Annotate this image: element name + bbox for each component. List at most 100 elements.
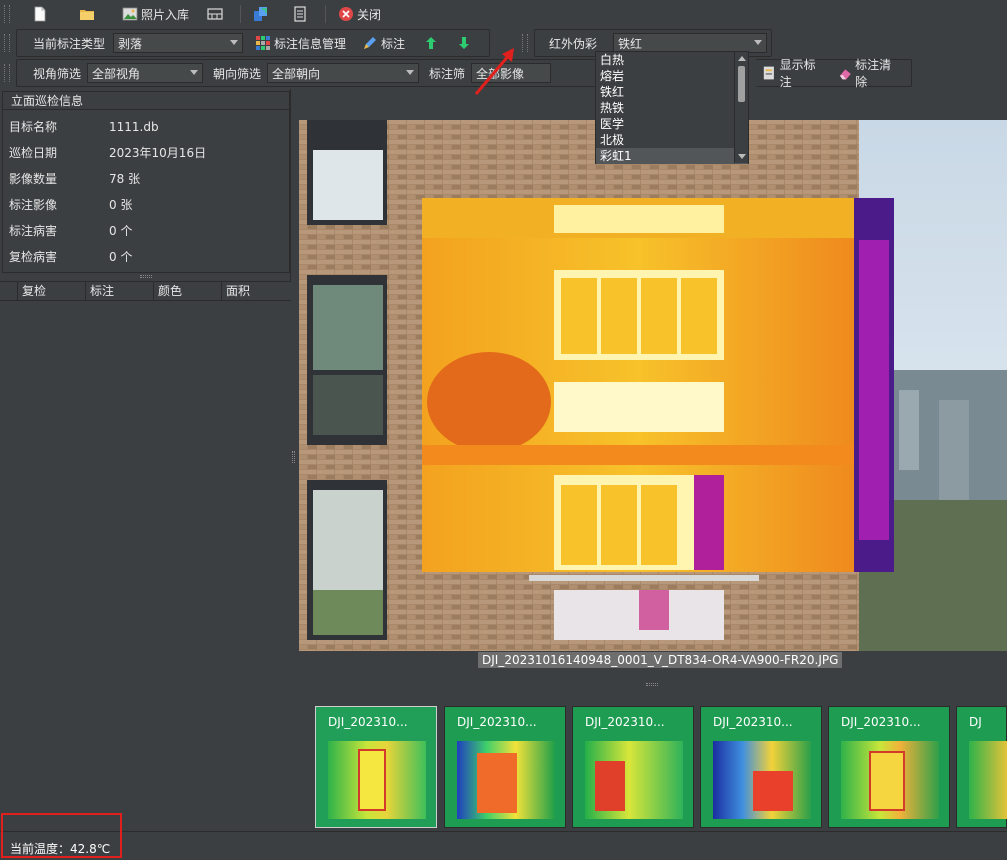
orient-filter-select[interactable]: 全部朝向 (267, 63, 420, 83)
new-file-icon (34, 6, 46, 22)
orient-filter-label: 朝向筛选 (213, 66, 262, 81)
view-filter-label: 视角筛选 (33, 66, 82, 81)
info-row: 标注影像 0 张 (9, 196, 132, 214)
dropdown-scrollbar[interactable] (734, 52, 748, 163)
thermal-overlay-image[interactable] (299, 120, 1007, 651)
arrow-up-icon (426, 37, 437, 49)
pseudo-color-select[interactable]: 铁红 (613, 33, 767, 53)
move-up-button[interactable] (417, 31, 448, 55)
info-key: 标注影像 (9, 198, 58, 212)
eraser-icon (839, 69, 851, 80)
thumbnail-item[interactable]: DJI_202310... (572, 706, 694, 828)
thumbnail-name: DJ (969, 715, 982, 729)
show-marks-button[interactable]: 显示标注 (756, 58, 830, 89)
info-key: 标注病害 (9, 224, 58, 238)
table-header-cell[interactable]: 面积 (222, 282, 291, 300)
clear-marks-label: 标注清除 (855, 58, 892, 89)
info-key: 复检病害 (9, 250, 58, 264)
thumbnail-image (457, 741, 555, 819)
mark-button[interactable]: 标注 (356, 31, 411, 55)
annotation-type-label: 当前标注类型 (33, 36, 106, 51)
annotation-type-select[interactable]: 剥落 (113, 33, 244, 53)
import-photos-label: 照片入库 (141, 7, 190, 22)
export-icon (254, 7, 268, 21)
info-value: 0 张 (109, 198, 133, 212)
thumbnail-item[interactable]: DJI_202310... (315, 706, 437, 828)
clear-marks-button[interactable]: 标注清除 (832, 58, 906, 89)
thumbnail-item[interactable]: DJI_202310... (828, 706, 950, 828)
mark-filter-label: 标注筛 (429, 66, 466, 81)
thumbnail-item[interactable]: DJI_202310... (444, 706, 566, 828)
toolbar-grip[interactable] (4, 34, 10, 52)
table-header-cell[interactable]: 复检 (18, 282, 86, 300)
image-filename: DJI_20231016140948_0001_V_DT834-OR4-VA90… (478, 652, 843, 668)
import-photos-button[interactable]: 照片入库 (116, 2, 195, 26)
thumbnail-strip: DJI_202310... DJI_202310... DJI_202310..… (297, 690, 1007, 831)
info-row: 目标名称 1111.db (9, 118, 159, 136)
table-header: 复检 标注 颜色 面积 (0, 281, 291, 301)
thumbnail-name: DJI_202310... (585, 715, 665, 729)
pseudo-color-option[interactable]: 白热 (596, 52, 748, 68)
table-header-cell[interactable]: 标注 (86, 282, 154, 300)
pseudo-color-option[interactable]: 北极 (596, 132, 748, 148)
thumbnail-item[interactable]: DJ (956, 706, 1007, 828)
chevron-down-icon (754, 40, 762, 45)
info-key: 巡检日期 (9, 146, 58, 160)
close-icon (339, 7, 354, 21)
info-row: 复检病害 0 个 (9, 248, 132, 266)
panel-splitter[interactable] (140, 275, 152, 278)
info-row: 影像数量 78 张 (9, 170, 140, 188)
image-import-icon (122, 7, 138, 21)
chevron-down-icon (406, 70, 415, 75)
pseudo-color-option[interactable]: 热铁 (596, 100, 748, 116)
show-marks-label: 显示标注 (779, 58, 816, 89)
pseudo-color-option[interactable]: 医学 (596, 116, 748, 132)
scrollbar-thumb[interactable] (738, 66, 745, 102)
pseudo-color-option[interactable]: 熔岩 (596, 68, 748, 84)
view-filter-select[interactable]: 全部视角 (87, 63, 204, 83)
pseudo-color-dropdown[interactable]: 白热 熔岩 铁红 热铁 医学 北极 彩虹1 (595, 51, 749, 164)
layout-button[interactable] (201, 2, 232, 26)
scroll-down-icon[interactable] (738, 154, 746, 159)
annotation-type-value: 剥落 (118, 36, 143, 51)
left-panel: 立面巡检信息 目标名称 1111.db 巡检日期 2023年10月16日 影像数… (0, 89, 291, 831)
mark-label: 标注 (381, 36, 406, 51)
building-photo (299, 120, 1007, 651)
app-window: 照片入库 关闭 当前标注类型 剥落 标注信息管理 标注 红外伪彩 铁红 视角筛选… (0, 0, 1007, 860)
annotate-group: 当前标注类型 剥落 标注信息管理 标注 (16, 29, 490, 57)
document-button[interactable] (286, 2, 317, 26)
toolbar-separator (240, 5, 242, 23)
table-header-cell[interactable]: 颜色 (154, 282, 222, 300)
thumbnail-name: DJI_202310... (328, 715, 408, 729)
toolbar-grip[interactable] (4, 5, 10, 23)
image-viewer[interactable] (297, 89, 1007, 680)
thumbnail-image (328, 741, 426, 819)
open-button[interactable] (73, 2, 104, 26)
grid-color-icon (256, 36, 271, 50)
pseudo-color-option[interactable]: 铁红 (596, 84, 748, 100)
table-header-blank (0, 282, 18, 300)
main-toolbar: 照片入库 关闭 (0, 0, 1007, 28)
info-value: 0 个 (109, 224, 133, 238)
orient-filter-value: 全部朝向 (272, 66, 321, 81)
annotation-manage-button[interactable]: 标注信息管理 (249, 31, 352, 55)
thumbnail-image (841, 741, 939, 819)
export-button[interactable] (247, 2, 278, 26)
pseudo-color-option[interactable]: 彩虹1 (596, 148, 748, 164)
info-value: 78 张 (109, 172, 141, 186)
close-label: 关闭 (357, 7, 382, 22)
inspection-info-title: 立面巡检信息 (3, 92, 289, 110)
folder-icon (80, 10, 94, 20)
grid-layout-icon (207, 8, 223, 20)
close-button[interactable]: 关闭 (332, 2, 387, 26)
new-button[interactable] (26, 2, 57, 26)
scroll-up-icon[interactable] (738, 56, 746, 61)
view-filter-value: 全部视角 (92, 66, 141, 81)
viewer-splitter[interactable] (646, 683, 658, 686)
thumbnail-item[interactable]: DJI_202310... (700, 706, 822, 828)
red-arrow-annotation (474, 48, 514, 95)
annotation-manage-label: 标注信息管理 (274, 36, 347, 51)
toolbar-grip[interactable] (4, 64, 10, 82)
thumbnail-name: DJI_202310... (457, 715, 537, 729)
info-value: 1111.db (109, 120, 159, 134)
